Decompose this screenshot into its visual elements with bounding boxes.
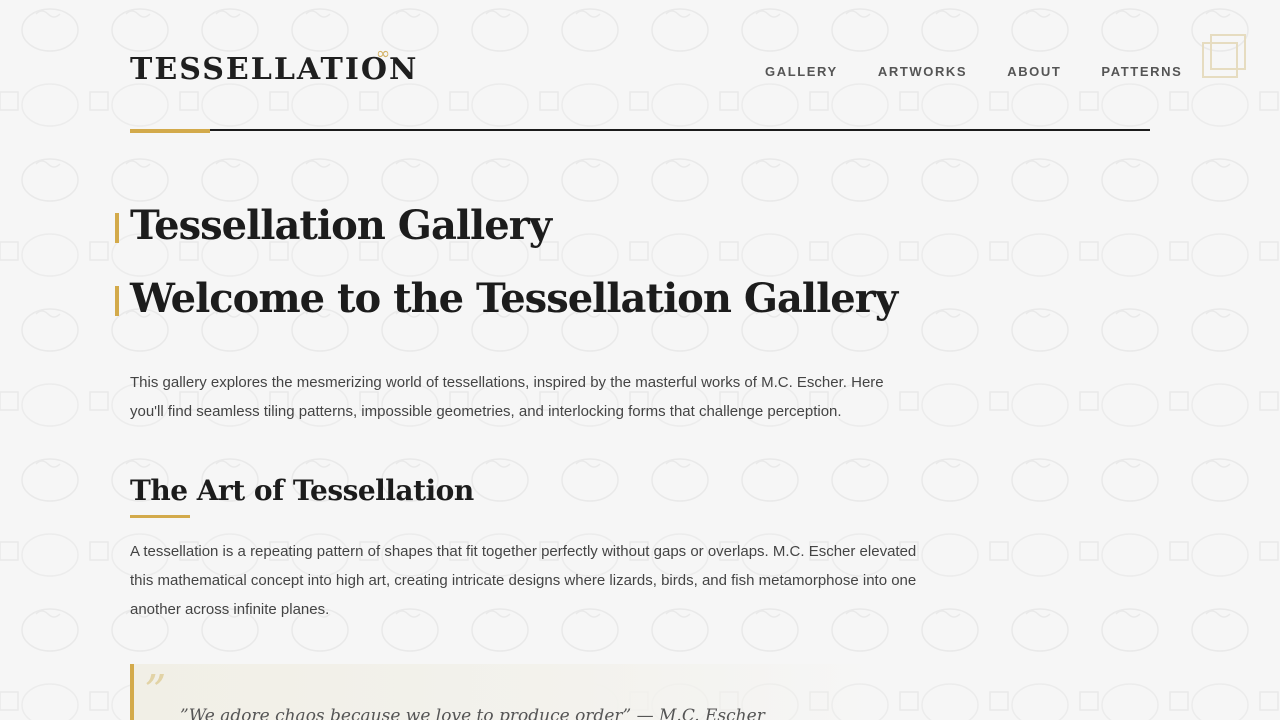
nav-gallery[interactable]: GALLERY (765, 64, 838, 79)
nav-artworks[interactable]: ARTWORKS (878, 64, 967, 79)
title-accent-bar (115, 213, 119, 243)
section-heading: The Art of Tessellation (130, 474, 474, 507)
welcome-heading: Welcome to the Tessellation Gallery (130, 275, 898, 322)
header-divider (130, 129, 1150, 131)
section-paragraph: A tessellation is a repeating pattern of… (130, 543, 917, 618)
page: TESSELLATION ∞ GALLERY ARTWORKS ABOUT PA… (0, 0, 1280, 720)
header-divider-accent (130, 129, 210, 133)
section-heading-underline (130, 515, 190, 518)
quote-text: ”We adore chaos because we love to produ… (180, 706, 765, 720)
infinity-icon: ∞ (376, 44, 391, 64)
main-nav: GALLERY ARTWORKS ABOUT PATTERNS (765, 64, 1182, 79)
nav-patterns[interactable]: PATTERNS (1101, 64, 1182, 79)
nav-about[interactable]: ABOUT (1007, 64, 1061, 79)
nested-squares-icon (1202, 34, 1246, 78)
page-title: Tessellation Gallery (130, 202, 552, 249)
quote-mark-icon: ” (144, 666, 167, 717)
welcome-accent-bar (115, 286, 119, 316)
intro-paragraph: This gallery explores the mesmerizing wo… (130, 374, 884, 420)
